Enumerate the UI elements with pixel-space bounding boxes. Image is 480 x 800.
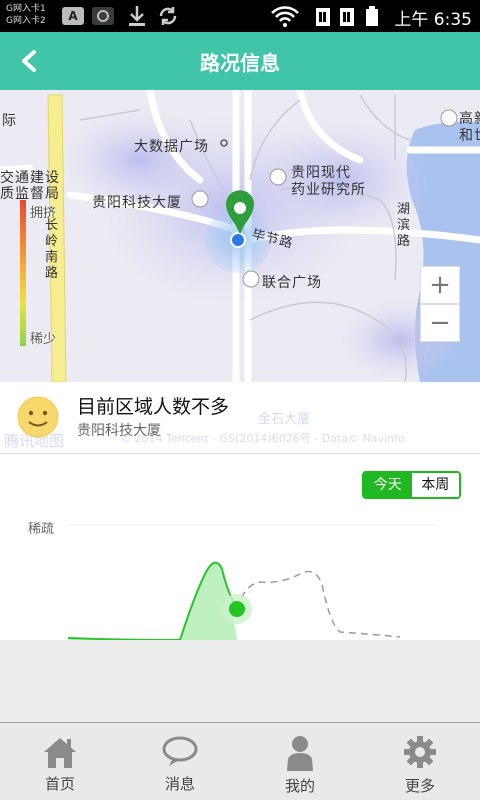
crowd-status-title: 目前区域人数不多 [77,396,230,418]
nav-home-label: 首页 [44,775,75,793]
app-screen: G网入卡1 G网入卡2 A 上午 6:35 路况信息 际 大数据广场 贵阳现代 … [0,0,480,800]
sync-icon [159,7,177,25]
current-point [229,601,245,617]
notification-app-icon [92,7,114,25]
crowd-info-card: 腾讯地图 金石大厦 © 2014 Tencent - GS(2014)6026号… [0,382,480,454]
battery-icon [366,6,378,26]
zoom-out-button[interactable]: − [420,304,460,342]
density-legend-bar [20,200,26,346]
map-label-quality: 质监督局 [0,186,60,202]
nav-me[interactable]: 我的 [240,723,360,800]
location-name: 贵阳科技大厦 [77,423,161,439]
wifi-icon [271,6,299,27]
map-label-lianhe-plaza: 联合广场 [262,275,322,291]
status-bar: G网入卡1 G网入卡2 A 上午 6:35 [0,0,480,32]
a-badge: A [62,7,84,25]
map-label-tech-building: 贵阳科技大厦 [92,195,182,211]
map-label-edge-right-bottom: 和世 [459,128,480,144]
sim1-signal-icon [316,8,330,26]
today-area [68,562,237,640]
title-bar: 路况信息 [0,32,480,90]
sim1-label: G网入卡1 [6,4,46,14]
status-clock: 上午 6:35 [394,10,472,30]
nav-me-label: 我的 [284,777,315,795]
smiley-face-icon [17,396,59,438]
nav-more[interactable]: 更多 [360,723,480,800]
map-label-big-data-plaza: 大数据广场 [134,139,209,155]
sim2-label: G网入卡2 [6,16,46,26]
page-title: 路况信息 [200,51,280,75]
chat-bubble-icon [162,736,198,766]
zoom-in-button[interactable]: + [420,266,460,304]
bottom-nav: 首页 消息 我的 更多 [0,722,480,800]
heat-map[interactable]: 际 大数据广场 贵阳现代 药业研究所 贵阳科技大厦 联合广场 毕节路 交通建设 … [0,90,480,382]
legend-low-label: 稀少 [30,332,57,347]
forecast-line [236,570,401,638]
home-icon [44,738,76,768]
map-copyright: © 2014 Tencent - GS(2014)6026号 - Data© N… [120,432,405,445]
map-label-pharma-2: 药业研究所 [291,182,366,198]
sim-slots: G网入卡1 G网入卡2 [6,3,46,27]
nav-more-label: 更多 [404,777,435,795]
gear-icon [404,736,436,768]
nav-home[interactable]: 首页 [0,723,120,800]
map-label-hubin-road: 湖滨路 [397,202,411,249]
download-icon [129,6,145,26]
sim2-signal-icon [340,8,354,26]
map-label-edge-left: 际 [2,113,17,129]
person-icon [287,736,313,771]
map-watermark-poi: 金石大厦 [258,412,311,427]
nav-messages-label: 消息 [164,775,195,793]
crowd-trend-chart: 今天 本周 稀疏 [0,454,480,640]
trend-svg [67,524,436,640]
legend-high-label: 拥挤 [30,206,57,221]
map-label-changling-road: 长岭南路 [45,218,59,281]
nav-messages[interactable]: 消息 [120,723,240,800]
